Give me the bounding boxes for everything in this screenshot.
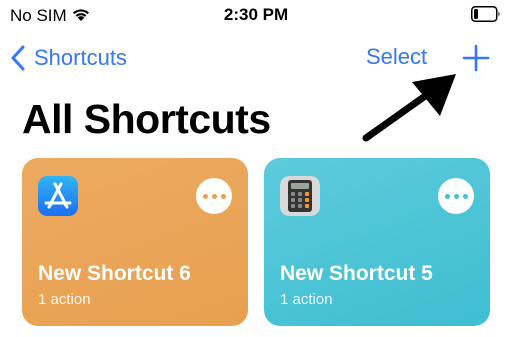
more-button[interactable]: [438, 178, 474, 214]
shortcut-card[interactable]: New Shortcut 5 1 action: [264, 158, 490, 326]
shortcut-title: New Shortcut 6: [38, 262, 191, 285]
app-store-icon: [38, 176, 78, 216]
status-time: 2:30 PM: [223, 5, 289, 24]
shortcut-title: New Shortcut 5: [280, 262, 433, 285]
shortcut-card[interactable]: New Shortcut 6 1 action: [22, 158, 248, 326]
status-bar: No SIM 2:30 PM: [0, 0, 512, 30]
page-title: All Shortcuts: [22, 96, 271, 142]
battery-icon: [471, 6, 500, 22]
chevron-left-icon: [11, 45, 25, 71]
more-dot: [453, 193, 459, 199]
back-label: Shortcuts: [34, 45, 127, 70]
shortcut-subtitle: 1 action: [280, 291, 333, 308]
annotation-arrow-icon: [362, 74, 456, 142]
plus-icon[interactable]: [459, 42, 493, 74]
more-button[interactable]: [196, 178, 232, 214]
back-button[interactable]: Shortcuts: [10, 42, 127, 74]
more-dot: [211, 193, 217, 199]
shortcut-subtitle: 1 action: [38, 291, 91, 308]
calculator-icon: [280, 176, 320, 216]
more-dot: [444, 193, 450, 199]
more-dot: [220, 193, 226, 199]
select-button[interactable]: Select: [366, 44, 427, 70]
more-dot: [462, 193, 468, 199]
more-dot: [202, 193, 208, 199]
